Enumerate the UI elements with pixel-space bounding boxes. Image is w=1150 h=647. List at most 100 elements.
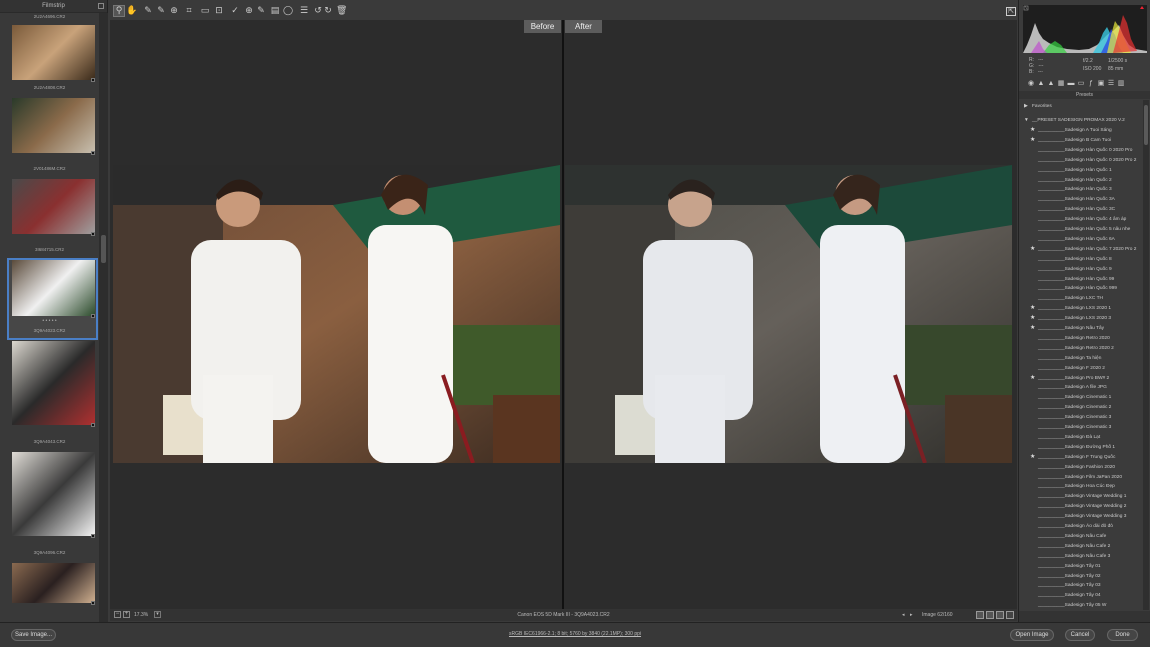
edit-badge-icon [91, 601, 95, 605]
open-image-button[interactable]: Open Image [1010, 629, 1054, 641]
tone-curve-icon[interactable]: ▲ [1037, 80, 1045, 88]
presets-icon[interactable]: ☰ [1107, 80, 1115, 88]
spot-removal-icon[interactable]: ✓ [230, 6, 240, 16]
thumbnail-image [12, 341, 95, 425]
adjustment-brush-icon[interactable]: ✎ [256, 6, 266, 16]
snapshots-icon[interactable]: ▥ [1117, 80, 1125, 88]
rotate-right-icon[interactable]: ↻ [323, 6, 333, 16]
transform-icon[interactable]: ⊡ [214, 6, 224, 16]
prev-image-icon[interactable]: ◂ [902, 609, 905, 621]
filmstrip-thumbnail[interactable]: 3Q9A4096.CR2 [0, 448, 99, 559]
preset-label: __________Sadesign Hàn Quốc 8 [1038, 256, 1112, 262]
before-label: Before [524, 20, 561, 33]
swap-view-icon[interactable] [996, 611, 1004, 619]
filmstrip-thumbnail[interactable] [0, 559, 99, 619]
edit-badge-icon [91, 151, 95, 155]
edit-badge-icon [91, 534, 95, 538]
filmstrip-menu-icon[interactable] [98, 3, 104, 9]
preferences-icon[interactable]: ☰ [299, 6, 309, 16]
preview-canvas[interactable]: Before After [110, 20, 1017, 609]
favorite-star-icon[interactable]: ★ [1030, 314, 1035, 323]
color-sampler-icon[interactable]: ✎ [156, 6, 166, 16]
before-photo [113, 165, 560, 463]
zoom-icon[interactable]: ⚲ [113, 5, 125, 17]
filmstrip-thumbnail[interactable]: 2U2A4696.CR2 2U2A4808.CR2 [0, 13, 99, 94]
view-compare-icon[interactable] [986, 611, 994, 619]
preset-label: __________Sadesign Tây 03 [1038, 583, 1101, 589]
panel-footer [1019, 611, 1150, 622]
thumbnail-image [12, 452, 95, 536]
thumbnail-filename: 2U2A4808.CR2 [33, 85, 66, 90]
rgb-readout: R: --- G: --- B: --- [1029, 57, 1043, 75]
chevron-down-icon[interactable]: ▼ [1024, 116, 1029, 125]
fx-icon[interactable]: ƒ [1087, 80, 1095, 88]
camera-raw-window: Filmstrip 2U2A4696.CR2 2U2A4808.CR2 2V0148… [0, 0, 1150, 647]
thumbnail-image [12, 563, 95, 603]
favorite-star-icon[interactable]: ★ [1030, 453, 1035, 462]
preset-label: __________Sadesign Retro 2020 2 [1038, 345, 1114, 351]
radial-filter-icon[interactable]: ◯ [283, 6, 293, 16]
histogram [1023, 5, 1147, 53]
split-toning-icon[interactable]: ▬ [1067, 80, 1075, 88]
fullscreen-icon[interactable]: ⇱ [1006, 7, 1016, 16]
filmstrip-thumbnail[interactable]: 3I684715.CR2 [0, 175, 99, 256]
preset-label: __________Sadesign Vintage Wedding 1 [1038, 494, 1127, 500]
crop-icon[interactable]: ⌗ [184, 6, 194, 16]
done-button[interactable]: Done [1107, 629, 1138, 641]
filmstrip-thumbnail[interactable]: 2V01486M.CR2 [0, 94, 99, 175]
hsl-icon[interactable]: ▦ [1057, 80, 1065, 88]
workflow-options-link[interactable]: sRGB IEC61966-2.1; 8 bit; 5760 by 3840 (… [0, 631, 1150, 637]
detail-icon[interactable]: ▲ [1047, 80, 1055, 88]
favorite-star-icon[interactable]: ★ [1030, 374, 1035, 383]
presets-title: Presets [1019, 91, 1150, 99]
lens-icon[interactable]: ▭ [1077, 80, 1085, 88]
basic-icon[interactable]: ◉ [1027, 80, 1035, 88]
chevron-right-icon[interactable]: ▶ [1024, 102, 1028, 111]
filmstrip-scrollbar[interactable] [99, 13, 108, 622]
thumbnail-image [12, 260, 95, 316]
preset-label: __________Sadesign Hàn Quốc 3 [1038, 187, 1112, 193]
red-eye-icon[interactable]: ⊕ [244, 6, 254, 16]
target-adjust-icon[interactable]: ⊕ [169, 6, 179, 16]
preset-label: __________Sadesign Tây 05 W [1038, 603, 1107, 609]
graduated-filter-icon[interactable]: ▤ [270, 6, 280, 16]
shutter-speed: 1/2500 s [1108, 58, 1128, 64]
favorite-star-icon[interactable]: ★ [1030, 245, 1035, 254]
filmstrip-thumbnail[interactable]: 3Q9A4043.CR2 [0, 337, 99, 448]
preset-label: __________Sadesign Hàn Quốc 3A [1038, 197, 1115, 203]
preset-label: __________Sadesign A file JPG [1038, 385, 1107, 391]
preset-label: __________Sadesign LXS 2020 1 [1038, 306, 1112, 312]
after-photo [565, 165, 1012, 463]
preset-label: __________Sadesign Fashion 2020 [1038, 464, 1116, 470]
cancel-button[interactable]: Cancel [1065, 629, 1095, 641]
edit-badge-icon [91, 423, 95, 427]
thumbnail-filename: 3Q9A4023.CR2 [33, 328, 66, 333]
rotate-left-icon[interactable]: ↺ [313, 6, 323, 16]
favorite-star-icon[interactable]: ★ [1030, 136, 1035, 145]
hand-icon[interactable]: ✋ [126, 6, 137, 16]
trash-icon[interactable]: 🗑 [336, 6, 347, 16]
after-photo-image [565, 165, 1012, 463]
favorite-star-icon[interactable]: ★ [1030, 324, 1035, 333]
next-image-icon[interactable]: ▸ [910, 609, 913, 621]
straighten-icon[interactable]: ▭ [200, 6, 210, 16]
fstop: f/2.2 [1083, 58, 1093, 64]
preset-label: __________Sadesign Hàn Quốc 5 nâu nhe [1038, 227, 1131, 232]
thumbnail-image [12, 25, 95, 80]
view-single-icon[interactable] [976, 611, 984, 619]
preset-label: __________Sadesign LXS 2020 3 [1038, 316, 1112, 322]
preset-label: __________Sadesign F Trung Quốc [1038, 454, 1116, 460]
presets-scrollbar[interactable] [1143, 100, 1149, 610]
rating-stars[interactable]: • • • • • [0, 318, 99, 324]
favorite-star-icon[interactable]: ★ [1030, 304, 1035, 313]
thumbnail-filename: 2V01486M.CR2 [33, 166, 66, 171]
preset-label: __________Sadesign F 2020 2 [1038, 365, 1105, 371]
white-balance-icon[interactable]: ✎ [143, 6, 153, 16]
favorite-star-icon[interactable]: ★ [1030, 126, 1035, 135]
scrollbar-thumb[interactable] [101, 235, 106, 263]
view-settings-icon[interactable] [1006, 611, 1014, 619]
scrollbar-thumb[interactable] [1144, 105, 1148, 145]
filmstrip-thumbnail[interactable]: • • • • • 3Q9A4023.CR2 [0, 256, 99, 340]
preset-label: __________Sadesign Hàn Quốc 3C [1038, 207, 1116, 213]
calibration-icon[interactable]: ▣ [1097, 80, 1105, 88]
